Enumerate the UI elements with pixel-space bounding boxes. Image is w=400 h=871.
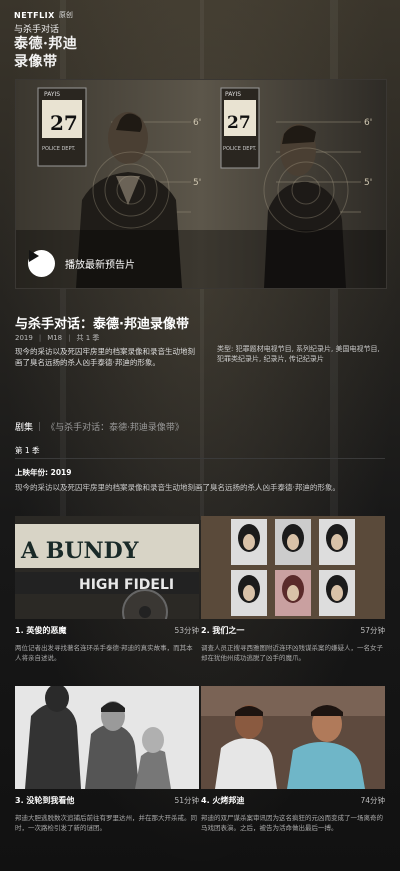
tape-reel-art: A BUNDY HIGH FIDELI	[15, 516, 199, 619]
episode-duration: 74分钟	[360, 796, 385, 805]
show-logo-block: NETFLIX 原创 与杀手对话 泰德·邦迪 录像带	[14, 10, 77, 71]
placard-sign: PAYIS	[44, 91, 60, 98]
title-logo-line1: 泰德·邦迪	[14, 36, 78, 52]
episode-thumbnail[interactable]	[201, 686, 385, 789]
episodes-heading: 剧集	[15, 423, 34, 433]
episode-duration: 51分钟	[174, 796, 199, 805]
courtroom-photo-art	[201, 686, 385, 789]
placard-dept: POLICE DEPT.	[223, 146, 257, 152]
placard-date: 27	[227, 113, 251, 133]
play-trailer-label[interactable]: 播放最新预告片	[65, 256, 135, 271]
season-divider	[15, 458, 385, 459]
episode-description: 邦迪的双尸谋杀案审讯因为这名疯狂的元凶而变成了一场离奇的马戏团表演。之后，被告为…	[201, 814, 383, 832]
placard-dept: POLICE DEPT.	[42, 146, 76, 152]
height-mark: 6'	[364, 118, 372, 128]
episode-description: 两位记者出发寻找著名连环杀手泰德·邦迪的真实故事，而其本人将亲自述说。	[15, 644, 193, 662]
episode-thumbnail[interactable]: A BUNDY HIGH FIDELI	[15, 516, 199, 619]
victim-photos-art	[201, 516, 385, 619]
episodes-subheading: 《与杀手对话：泰德·邦迪录像带》	[46, 423, 184, 433]
height-mark: 6'	[193, 118, 201, 128]
release-year: 上映年份: 2019	[15, 468, 72, 477]
episode-title[interactable]: 3. 没轮到我看他	[15, 795, 74, 806]
height-mark: 5'	[364, 178, 372, 188]
height-mark: 5'	[193, 178, 201, 188]
episode-card[interactable]: 4. 火烤邦迪 74分钟 邦迪的双尸谋杀案审讯因为这名疯狂的元凶而变成了一场离奇…	[201, 686, 385, 833]
placard-sign: PAYIS	[225, 91, 241, 98]
tape-brand-text: HIGH FIDELI	[79, 577, 174, 593]
show-genres: 类型: 犯罪题材电视节目, 系列纪录片, 美国电视节目, 犯罪类纪录片, 纪录片…	[217, 345, 380, 363]
title-logo-line2: 录像带	[14, 54, 58, 70]
trailer-hero[interactable]: 6' 5' 6' 5' PAYIS 27 POLICE DEPT. PAYIS …	[15, 79, 387, 289]
episode-thumbnail[interactable]	[15, 686, 199, 789]
episode-description: 邦迪大胆逃脱数次追捕后前往有罗里达州，并在那大开杀戒。同时，一次路检引发了新的谜…	[15, 814, 197, 832]
series-name-small: 与杀手对话	[14, 25, 60, 35]
play-trailer-button[interactable]	[28, 250, 55, 277]
episode-title[interactable]: 1. 英俊的恶魔	[15, 625, 66, 636]
episode-description: 调查人员正搜寻西雅图附近连环凶残谋杀案的嫌疑人，一名女子却在犹他州成功逃脱了凶手…	[201, 644, 383, 662]
netflix-logo: NETFLIX	[14, 10, 55, 20]
episode-thumbnail[interactable]	[201, 516, 385, 619]
episode-duration: 57分钟	[360, 626, 385, 635]
episode-title[interactable]: 4. 火烤邦迪	[201, 795, 244, 806]
episode-card[interactable]: 2. 我们之一 57分钟 调查人员正搜寻西雅图附近连环凶残谋杀案的嫌疑人，一名女…	[201, 516, 385, 663]
episode-card[interactable]: A BUNDY HIGH FIDELI 1. 英俊的恶魔 53分钟 两位记者出发…	[15, 516, 199, 663]
show-description: 现今的采访以及死囚牢房里的档案录像和录音生动地刻画了臭名远扬的杀人凶手泰德·邦迪…	[15, 347, 195, 367]
play-icon	[29, 250, 39, 262]
show-meta: 2019 | M18 | 共 1 季	[15, 334, 100, 342]
episode-duration: 53分钟	[174, 626, 199, 635]
tape-label-text: A BUNDY	[20, 538, 139, 564]
episode-title[interactable]: 2. 我们之一	[201, 625, 244, 636]
show-title: 与杀手对话：泰德·邦迪录像带	[15, 317, 189, 332]
arrest-photo-art	[15, 686, 199, 789]
episode-card[interactable]: 3. 没轮到我看他 51分钟 邦迪大胆逃脱数次追捕后前往有罗里达州，并在那大开杀…	[15, 686, 199, 833]
season-label: 第 1 季	[15, 446, 40, 455]
episodes-header: 剧集 | 《与杀手对话：泰德·邦迪录像带》	[15, 421, 184, 434]
original-tag: 原创	[58, 11, 73, 19]
maturity-rating: M18	[47, 334, 63, 342]
season-count: 共 1 季	[76, 334, 100, 342]
placard-date: 27	[50, 111, 78, 135]
show-year: 2019	[15, 334, 33, 342]
season-description: 现今的采访以及死囚牢房里的档案录像和录音生动地刻画了臭名远扬的杀人凶手泰德·邦迪…	[15, 483, 340, 492]
